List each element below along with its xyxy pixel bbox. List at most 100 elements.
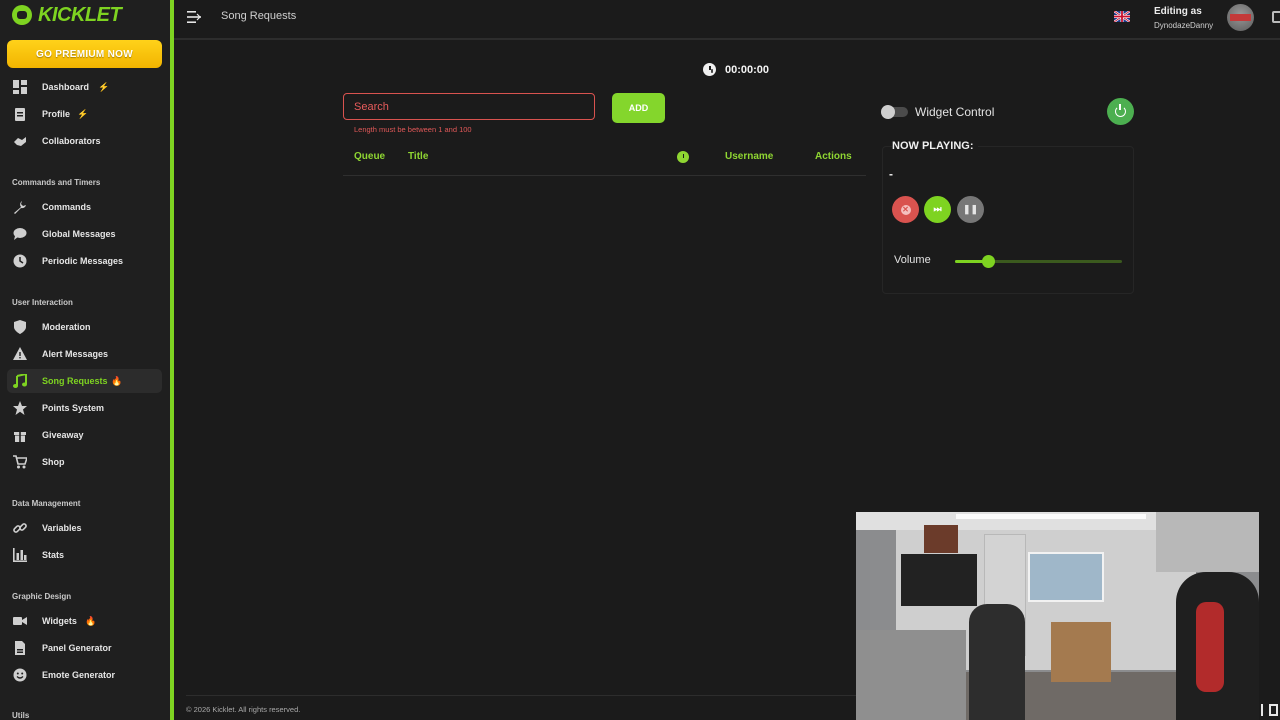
sidebar-item-label: Global Messages: [42, 229, 116, 239]
sidebar-item-variables[interactable]: Variables: [7, 516, 162, 540]
top-bar: Song Requests Editing as DynodazeDanny: [174, 0, 1280, 40]
toggle-knob: [881, 105, 895, 119]
webcam-poster: [924, 525, 958, 553]
skip-next-button[interactable]: ⏭: [924, 196, 951, 223]
power-icon: [1115, 104, 1126, 117]
brand-name: KICKLET: [38, 3, 122, 26]
editing-username: DynodazeDanny: [1154, 21, 1214, 30]
document-icon: [15, 641, 25, 655]
sidebar-item-label: Giveaway: [42, 430, 84, 440]
sidebar-item-label: Dashboard: [42, 82, 90, 92]
fire-icon: 🔥: [85, 615, 97, 626]
sidebar-item-label: Stats: [42, 550, 65, 560]
go-premium-button[interactable]: GO PREMIUM NOW: [7, 40, 162, 68]
sidebar-item-stats[interactable]: Stats: [7, 543, 162, 567]
link-icon: [13, 523, 27, 533]
sidebar-item-label: Collaborators: [42, 136, 101, 146]
star-icon: [13, 401, 27, 415]
webcam-gaming-chair: [1176, 572, 1259, 720]
now-playing-panel: [882, 146, 1134, 294]
warning-icon: [13, 347, 27, 360]
footer-copyright: © 2026 Kicklet. All rights reserved.: [186, 705, 301, 714]
smiley-icon: [13, 668, 27, 682]
webcam-chair-left: [969, 604, 1025, 720]
bar-chart-icon: [13, 548, 27, 562]
sidebar-item-label: Commands: [42, 202, 92, 212]
dashboard-icon: [13, 80, 27, 94]
column-header-username[interactable]: Username: [725, 151, 773, 162]
queue-timer: 00:00:00: [703, 63, 769, 76]
avatar[interactable]: [1227, 4, 1254, 31]
page-title: Song Requests: [221, 10, 297, 22]
timer-value: 00:00:00: [725, 63, 770, 76]
sidebar-item-alert-messages[interactable]: Alert Messages: [7, 342, 162, 366]
sidebar-item-panel-generator[interactable]: Panel Generator: [7, 636, 162, 660]
logout-icon[interactable]: [1272, 11, 1280, 23]
bolt-icon: ⚡: [98, 81, 110, 92]
remove-song-button[interactable]: ✕: [892, 196, 919, 223]
sidebar-item-points-system[interactable]: Points System: [7, 396, 162, 420]
uk-flag-icon[interactable]: [1114, 11, 1130, 22]
sidebar-item-giveaway[interactable]: Giveaway: [7, 423, 162, 447]
webcam-shelf: [1156, 512, 1259, 572]
sidebar-item-label: Profile: [42, 109, 71, 119]
sidebar-item-label: Shop: [42, 457, 65, 467]
sidebar-item-song-requests[interactable]: Song Requests 🔥: [7, 369, 162, 393]
clipboard-icon: [15, 108, 25, 121]
sidebar-item-periodic-messages[interactable]: Periodic Messages: [7, 249, 162, 273]
sidebar-item-label: Variables: [42, 523, 82, 533]
corner-bar-icon: [1261, 704, 1263, 716]
sidebar-item-global-messages[interactable]: Global Messages: [7, 222, 162, 246]
webcam-window: [1028, 552, 1104, 602]
duration-clock-icon[interactable]: [677, 151, 689, 163]
sidebar-item-label: Emote Generator: [42, 670, 116, 680]
section-title-commands: Commands and Timers: [12, 178, 101, 187]
handshake-icon: [14, 137, 26, 146]
pause-button[interactable]: ❚❚: [957, 196, 984, 223]
add-button[interactable]: ADD: [612, 93, 665, 123]
search-input[interactable]: [343, 93, 595, 120]
section-title-data: Data Management: [12, 499, 81, 508]
column-header-actions: Actions: [815, 151, 852, 162]
sidebar-item-label: Panel Generator: [42, 643, 112, 653]
close-icon: ✕: [900, 204, 911, 215]
sidebar-item-profile[interactable]: Profile ⚡: [7, 102, 162, 126]
video-icon: [13, 617, 27, 625]
webcam-boxes: [1051, 622, 1111, 682]
menu-toggle-icon[interactable]: [187, 11, 201, 23]
volume-slider[interactable]: [955, 255, 1122, 268]
webcam-desk: [856, 630, 966, 720]
section-title-graphic: Graphic Design: [12, 592, 72, 601]
kicklet-logo-icon: [12, 5, 32, 25]
column-header-title[interactable]: Title: [408, 151, 428, 162]
section-title-utils: Utils: [12, 711, 30, 720]
brand-logo[interactable]: KICKLET: [12, 3, 122, 26]
sidebar-item-collaborators[interactable]: Collaborators: [7, 129, 162, 153]
sidebar-item-label: Moderation: [42, 322, 91, 332]
cart-icon: [13, 455, 27, 469]
music-note-icon: [13, 374, 27, 388]
skip-next-icon: ⏭: [933, 204, 942, 214]
sidebar-item-shop[interactable]: Shop: [7, 450, 162, 474]
volume-slider-thumb[interactable]: [981, 255, 995, 268]
corner-icons[interactable]: [1259, 700, 1280, 720]
editing-as-label: Editing as: [1154, 6, 1202, 17]
sidebar-item-widgets[interactable]: Widgets 🔥: [7, 609, 162, 633]
power-button[interactable]: [1107, 98, 1134, 125]
widget-control-toggle[interactable]: [881, 105, 908, 119]
clock-icon: [703, 63, 716, 76]
webcam-overlay: [856, 512, 1259, 720]
sidebar-item-label: Points System: [42, 403, 105, 413]
sidebar-item-commands[interactable]: Commands: [7, 195, 162, 219]
webcam-tv: [901, 554, 977, 606]
sidebar-item-label: Alert Messages: [42, 349, 109, 359]
footer-divider: [186, 695, 856, 696]
sidebar-item-dashboard[interactable]: Dashboard ⚡: [7, 75, 162, 99]
table-divider: [343, 175, 866, 176]
webcam-light: [956, 514, 1146, 519]
clock-icon: [13, 254, 27, 268]
sidebar-item-emote-generator[interactable]: Emote Generator: [7, 663, 162, 687]
sidebar-item-moderation[interactable]: Moderation: [7, 315, 162, 339]
column-header-queue[interactable]: Queue: [354, 151, 385, 162]
corner-doc-icon: [1269, 704, 1278, 716]
